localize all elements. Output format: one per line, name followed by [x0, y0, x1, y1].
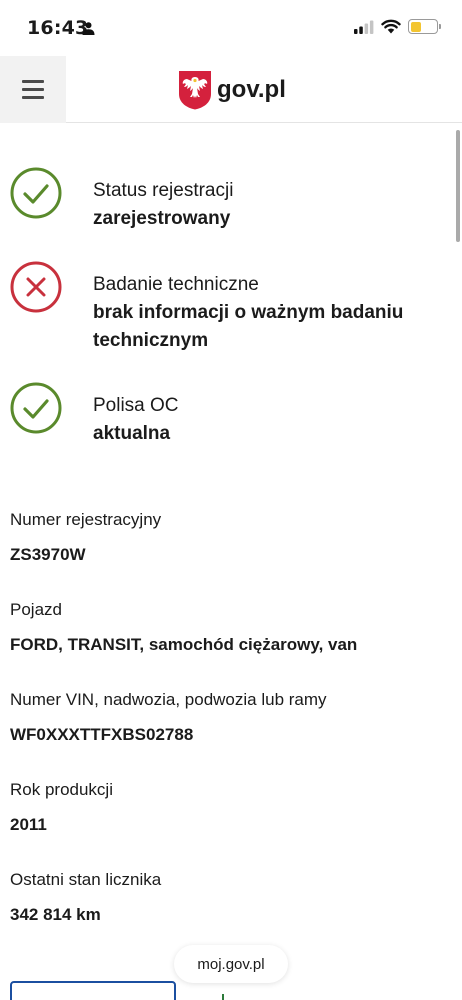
signal-icon — [354, 20, 374, 34]
check-circle-icon — [10, 167, 62, 219]
status-value-line-1: brak informacji o ważnym badaniu — [93, 302, 404, 323]
x-circle-icon — [10, 261, 62, 313]
detail-vehicle: Pojazd FORD, TRANSIT, samochód ciężarowy… — [10, 600, 450, 655]
check-circle-icon — [10, 382, 62, 434]
detail-label: Pojazd — [10, 600, 62, 619]
status-insurance: Polisa OC aktualna — [10, 382, 440, 452]
detail-value: WF0XXXTTFXBS02788 — [10, 725, 194, 744]
status-label: Polisa OC — [93, 395, 179, 416]
status-label: Status rejestracji — [93, 180, 234, 201]
detail-label: Ostatni stan licznika — [10, 870, 162, 889]
status-label: Badanie techniczne — [93, 274, 259, 295]
detail-production-year: Rok produkcji 2011 — [10, 780, 450, 835]
wifi-icon — [381, 19, 401, 34]
action-button[interactable] — [10, 981, 176, 1000]
status-value: zarejestrowany — [93, 208, 231, 229]
detail-label: Numer VIN, nadwozia, podwozia lub ramy — [10, 690, 327, 709]
detail-value: ZS3970W — [10, 545, 86, 564]
detail-label: Rok produkcji — [10, 780, 113, 799]
detail-label: Numer rejestracyjny — [10, 510, 162, 529]
status-registration: Status rejestracji zarejestrowany — [10, 167, 440, 237]
browser-url-bar[interactable]: moj.gov.pl — [174, 945, 288, 983]
battery-icon — [408, 19, 441, 34]
status-bar: 16:43 — [0, 0, 462, 56]
polish-eagle-emblem — [179, 71, 211, 110]
browser-url: moj.gov.pl — [197, 955, 265, 973]
detail-vin: Numer VIN, nadwozia, podwozia lub ramy W… — [10, 690, 450, 745]
detail-value: 342 814 km — [10, 905, 101, 924]
person-icon — [82, 22, 95, 35]
site-header: gov.pl — [0, 56, 462, 123]
detail-odometer: Ostatni stan licznika 342 814 km — [10, 870, 450, 925]
battery-level — [410, 21, 421, 32]
partial-icon — [222, 994, 227, 1000]
scrollbar[interactable] — [456, 130, 460, 242]
status-value: aktualna — [93, 423, 171, 444]
detail-registration-number: Numer rejestracyjny ZS3970W — [10, 510, 450, 565]
govpl-logo[interactable]: gov.pl — [178, 70, 286, 110]
detail-value: 2011 — [10, 815, 47, 834]
hamburger-menu-icon[interactable] — [0, 56, 66, 123]
status-technical-inspection: Badanie techniczne brak informacji o waż… — [10, 261, 440, 361]
detail-value: FORD, TRANSIT, samochód ciężarowy, van — [10, 635, 358, 654]
status-value-line-2: technicznym — [93, 330, 209, 351]
logo-text: gov.pl — [217, 76, 286, 103]
status-time: 16:43 — [27, 17, 89, 39]
